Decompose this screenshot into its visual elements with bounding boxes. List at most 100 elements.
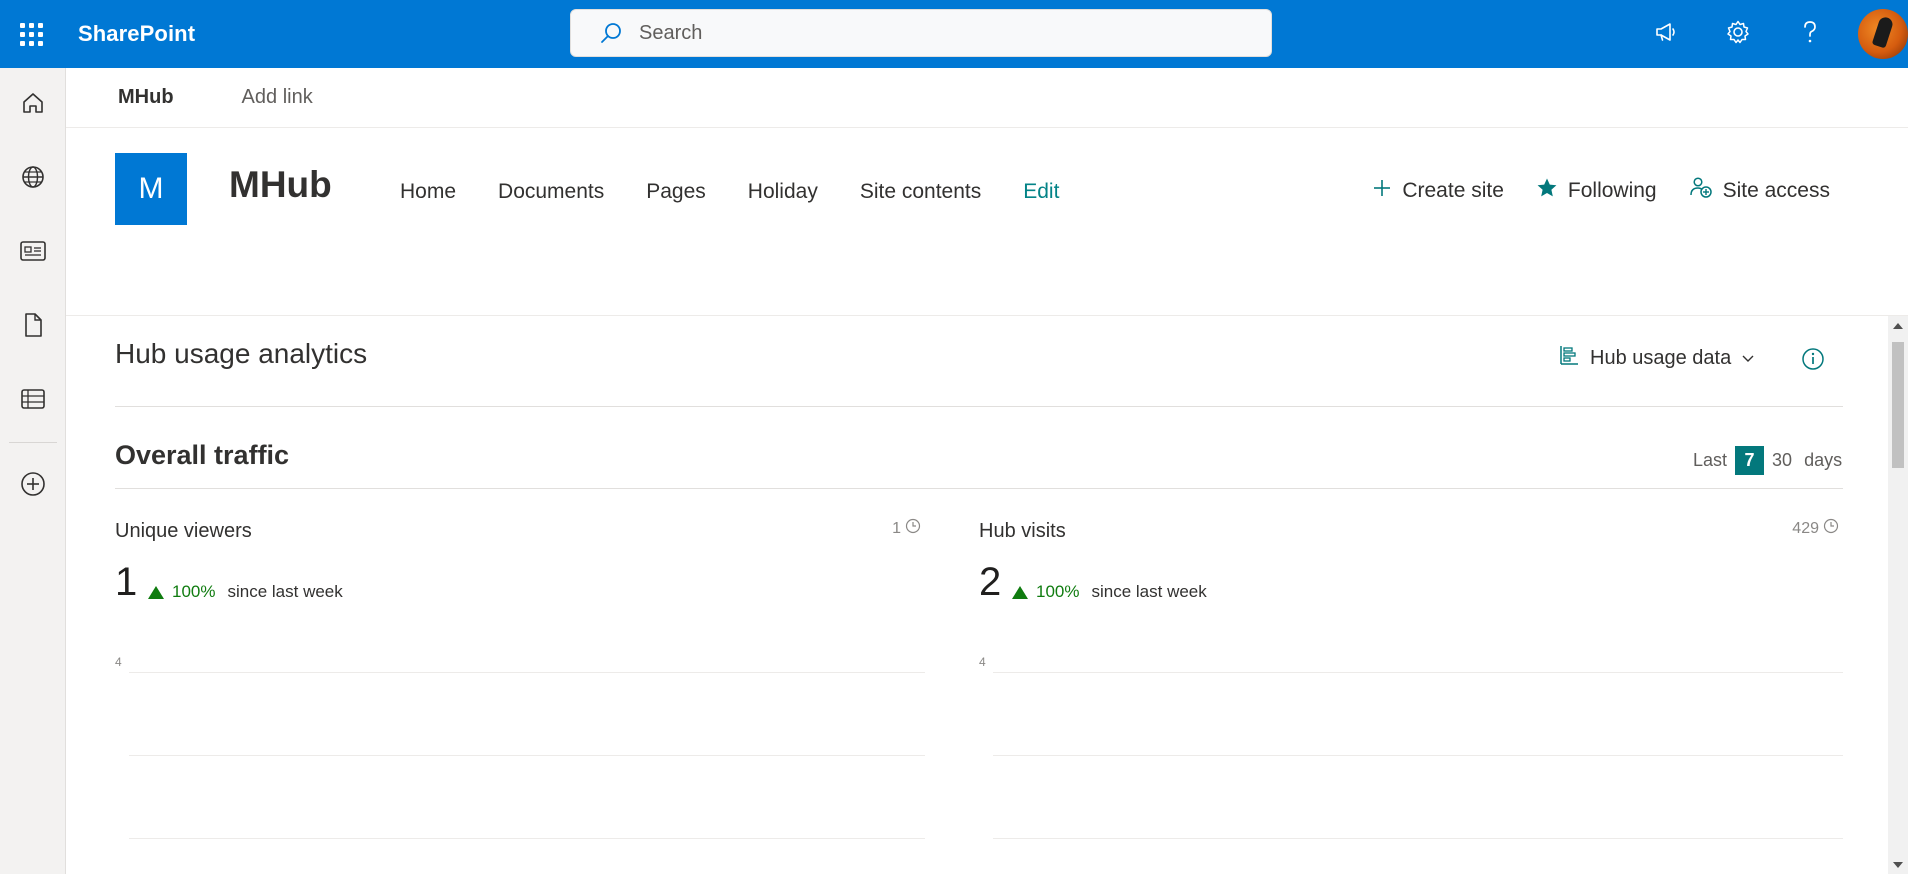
delta-percent: 100% [1036, 582, 1080, 601]
rail-lists-button[interactable] [0, 364, 66, 438]
card-delta: 100% since last week [1012, 582, 1207, 602]
left-rail [0, 68, 66, 874]
nav-site-contents[interactable]: Site contents [860, 180, 981, 204]
globe-icon [20, 164, 46, 195]
card-title: Hub visits [979, 520, 1066, 542]
news-icon [19, 239, 47, 268]
hub-navigation: MHub Add link [66, 68, 1908, 128]
range-30-days-button[interactable]: 30 [1772, 450, 1792, 471]
following-label: Following [1567, 179, 1657, 202]
y-axis-tick: 4 [979, 655, 986, 669]
gridline [993, 672, 1843, 673]
info-button[interactable] [1801, 347, 1825, 376]
range-days-label: days [1804, 450, 1843, 470]
add-link-button[interactable]: Add link [242, 86, 313, 109]
site-actions: Create site Following Site access [1340, 176, 1830, 206]
clock-icon [905, 518, 921, 539]
range-7-days-button[interactable]: 7 [1735, 446, 1765, 475]
gridline [129, 755, 925, 756]
hub-home-link[interactable]: MHub [118, 86, 174, 109]
delta-since: since last week [1091, 582, 1207, 601]
hub-usage-data-label: Hub usage data [1590, 346, 1732, 369]
nav-edit-link[interactable]: Edit [1023, 180, 1059, 204]
create-site-button[interactable]: Create site [1372, 178, 1504, 204]
rail-divider [8, 442, 57, 443]
card-total-value: 1 [892, 519, 901, 537]
create-icon [19, 470, 47, 503]
overall-traffic-heading: Overall traffic [115, 440, 290, 470]
waffle-icon [19, 22, 43, 46]
help-button[interactable] [1774, 0, 1846, 68]
rail-home-button[interactable] [0, 68, 66, 142]
people-add-icon [1689, 176, 1723, 206]
page-title: Hub usage analytics [115, 338, 368, 369]
gridline [129, 672, 925, 673]
site-navigation: Home Documents Pages Holiday Site conten… [400, 180, 1101, 204]
announcements-button[interactable] [1630, 0, 1702, 68]
plus-icon [1372, 178, 1402, 204]
vertical-scrollbar[interactable] [1888, 316, 1908, 874]
rail-files-button[interactable] [0, 290, 66, 364]
following-button[interactable]: Following [1536, 177, 1657, 205]
file-icon [21, 311, 45, 344]
list-icon [19, 387, 47, 416]
nav-documents[interactable]: Documents [498, 180, 604, 204]
megaphone-icon [1653, 19, 1679, 50]
delta-percent: 100% [172, 582, 216, 601]
analytics-content: Hub usage analytics Hub usage data Overa… [66, 316, 1888, 874]
settings-button[interactable] [1702, 0, 1774, 68]
search-placeholder: Search [639, 21, 703, 44]
rail-sites-button[interactable] [0, 142, 66, 216]
site-logo[interactable]: M [115, 153, 187, 225]
suite-bar: SharePoint Search [0, 0, 1908, 68]
range-last-label: Last [1693, 450, 1728, 470]
question-icon [1798, 19, 1822, 50]
section-divider [115, 406, 1843, 407]
y-axis-tick: 4 [115, 655, 122, 669]
avatar[interactable] [1858, 9, 1908, 59]
date-range-selector: Last 7 30 days [1693, 446, 1842, 475]
unique-viewers-card: Unique viewers 1 1 100% since last week … [115, 518, 925, 874]
gridline [129, 838, 925, 839]
card-delta: 100% since last week [148, 582, 343, 602]
card-title: Unique viewers [115, 520, 252, 542]
nav-holiday[interactable]: Holiday [748, 180, 818, 204]
search-box[interactable]: Search [570, 9, 1272, 57]
gridline [993, 755, 1843, 756]
up-triangle-icon [1012, 585, 1028, 599]
site-header: M MHub Home Documents Pages Holiday Site… [66, 128, 1908, 316]
info-icon [1801, 348, 1825, 375]
nav-pages[interactable]: Pages [646, 180, 706, 204]
card-total: 429 [1792, 518, 1843, 539]
star-icon [1536, 177, 1568, 205]
rail-create-button[interactable] [0, 449, 66, 523]
chevron-down-icon [1741, 347, 1755, 370]
card-total: 1 [892, 518, 925, 539]
gridline [993, 838, 1843, 839]
card-total-value: 429 [1792, 519, 1819, 537]
delta-since: since last week [227, 582, 343, 601]
card-value: 1 [115, 560, 138, 604]
nav-home[interactable]: Home [400, 180, 456, 204]
report-icon [1558, 344, 1580, 372]
hub-visits-card: Hub visits 429 2 100% since last week 4 [979, 518, 1843, 874]
search-icon [597, 19, 625, 47]
hub-usage-data-dropdown[interactable]: Hub usage data [1558, 344, 1755, 372]
site-access-button[interactable]: Site access [1689, 176, 1830, 206]
traffic-divider [115, 488, 1843, 489]
site-access-label: Site access [1722, 179, 1830, 202]
card-value: 2 [979, 560, 1002, 604]
site-title[interactable]: MHub [229, 164, 332, 206]
clock-icon [1823, 518, 1839, 539]
create-site-label: Create site [1402, 179, 1504, 202]
scroll-thumb[interactable] [1892, 342, 1904, 468]
suite-actions [1630, 0, 1908, 68]
up-triangle-icon [148, 585, 164, 599]
app-name[interactable]: SharePoint [78, 21, 195, 47]
scroll-up-arrow[interactable] [1893, 323, 1903, 329]
rail-news-button[interactable] [0, 216, 66, 290]
home-icon [20, 90, 46, 121]
gear-icon [1725, 19, 1751, 50]
scroll-down-arrow[interactable] [1893, 862, 1903, 868]
app-launcher-button[interactable] [0, 0, 62, 68]
